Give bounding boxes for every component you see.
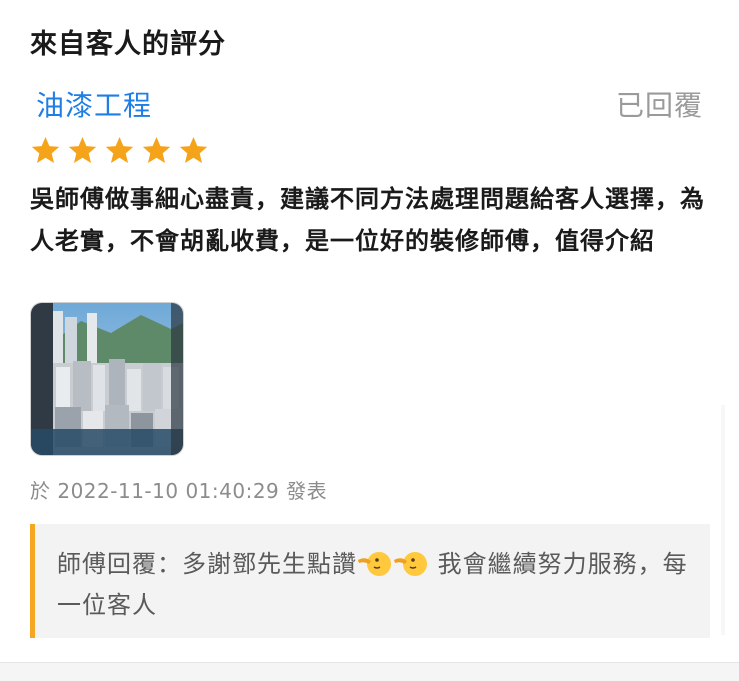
star-icon [105,136,134,164]
service-name-link[interactable]: 油漆工程 [36,84,152,124]
scrollbar-track[interactable] [721,405,725,635]
review-timestamp: 於 2022-11-10 01:40:29 發表 [30,479,328,503]
star-rating [30,135,209,166]
master-reply-text: 師傅回覆：多謝鄧先生點讚 我會繼續努力服務，每一位客人 [57,544,690,626]
section-title: 來自客人的評分 [30,29,226,60]
city-view-photo-icon [31,303,183,455]
star-icon [142,136,171,164]
star-icon [31,136,60,164]
master-reply-box: 師傅回覆：多謝鄧先生點讚 我會繼續努力服務，每一位客人 [30,524,710,638]
reply-status-label: 已回覆 [615,89,703,122]
star-icon [68,136,97,164]
reply-text-before: 師傅回覆：多謝鄧先生點讚 [57,550,357,578]
review-photo[interactable] [30,302,184,456]
star-icon [179,136,208,164]
pointing-face-emoji-icon [358,552,391,576]
pointing-face-emoji-icon [394,552,427,576]
bottom-divider [0,662,739,681]
review-text: 吳師傅做事細心盡責，建議不同方法處理問題給客人選擇，為人老實，不會胡亂收費，是一… [30,185,705,255]
